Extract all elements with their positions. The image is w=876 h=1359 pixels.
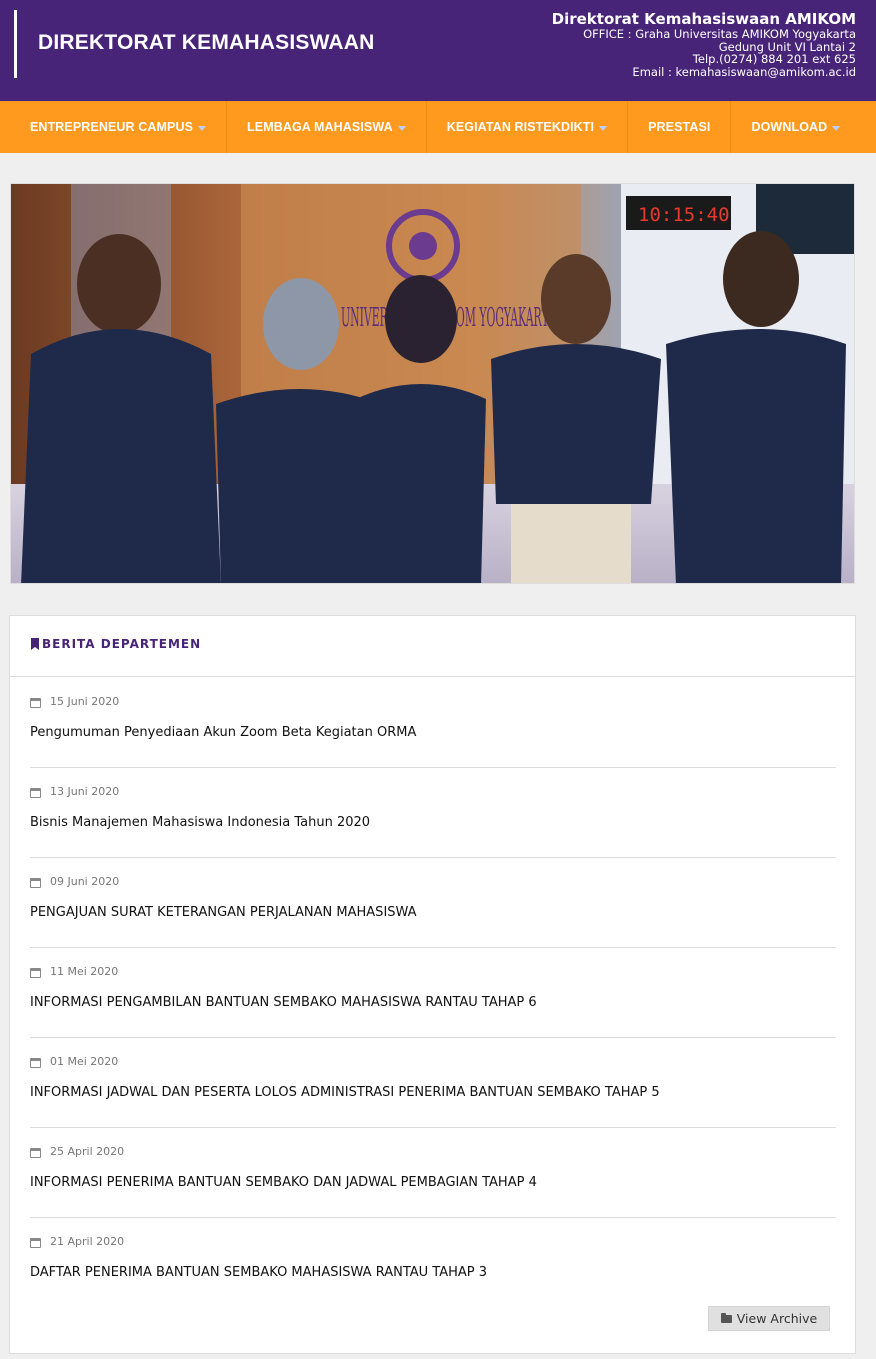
news-title-link[interactable]: INFORMASI PENERIMA BANTUAN SEMBAKO DAN J… [30,1175,537,1190]
news-date: 15 Juni 2020 [50,695,120,708]
news-item: 01 Mei 2020 INFORMASI JADWAL DAN PESERTA… [30,1038,836,1128]
news-title-link[interactable]: Pengumuman Penyediaan Akun Zoom Beta Keg… [30,725,416,740]
news-section-title: BERITA DEPARTEMEN [42,637,202,651]
news-date: 09 Juni 2020 [50,875,120,888]
news-title-link[interactable]: Bisnis Manajemen Mahasiswa Indonesia Tah… [30,815,370,830]
contact-info: Direktorat Kemahasiswaan AMIKOM OFFICE :… [552,10,856,78]
view-archive-button[interactable]: View Archive [708,1306,830,1331]
banner-image: UNIVERSITAS AMIKOM YOGYAKARTA 10:15:40 [10,183,855,584]
bookmark-icon [31,638,39,650]
news-date: 01 Mei 2020 [50,1055,119,1068]
nav-item-lembaga-mahasiswa[interactable]: LEMBAGA MAHASISWA [227,101,427,153]
banner-clock: 10:15:40 [638,204,730,226]
news-title-link[interactable]: INFORMASI PENGAMBILAN BANTUAN SEMBAKO MA… [30,995,537,1010]
nav-item-kegiatan-ristekdikti[interactable]: KEGIATAN RISTEKDIKTI [427,101,629,153]
news-item: 09 Juni 2020 PENGAJUAN SURAT KETERANGAN … [30,858,836,948]
org-name: Direktorat Kemahasiswaan AMIKOM [551,10,856,28]
calendar-icon [30,788,41,798]
news-item: 11 Mei 2020 INFORMASI PENGAMBILAN BANTUA… [30,948,836,1038]
calendar-icon [30,878,41,888]
chevron-down-icon [397,125,406,131]
nav-label: DOWNLOAD [751,120,828,134]
nav-label: LEMBAGA MAHASISWA [247,120,393,134]
news-date: 21 April 2020 [50,1235,125,1248]
chevron-down-icon [832,125,841,131]
calendar-icon [30,698,41,708]
news-header: BERITA DEPARTEMEN [10,616,855,677]
nav-label: PRESTASI [648,120,711,134]
news-title-link[interactable]: PENGAJUAN SURAT KETERANGAN PERJALANAN MA… [30,905,417,920]
email-address: Email : kemahasiswaan@amikom.ac.id [632,64,856,79]
nav-label: KEGIATAN RISTEKDIKTI [446,120,595,134]
news-item: 25 April 2020 INFORMASI PENERIMA BANTUAN… [30,1128,836,1218]
office-address: OFFICE : Graha Universitas AMIKOM Yogyak… [583,27,856,41]
nav-item-entrepreneur-campus[interactable]: ENTREPRENEUR CAMPUS [10,101,228,153]
view-archive-label: View Archive [736,1311,818,1326]
folder-open-icon [720,1312,732,1323]
news-date: 13 Juni 2020 [50,785,120,798]
chevron-down-icon [198,125,207,131]
news-date: 25 April 2020 [50,1145,125,1158]
calendar-icon [30,1058,41,1068]
news-item: 15 Juni 2020 Pengumuman Penyediaan Akun … [30,678,836,768]
nav-item-prestasi[interactable]: PRESTASI [628,101,732,153]
site-header: DIREKTORAT KEMAHASISWAAN Direktorat Kema… [0,0,876,101]
news-item: 13 Juni 2020 Bisnis Manajemen Mahasiswa … [30,768,836,858]
calendar-icon [30,968,41,978]
news-date: 11 Mei 2020 [50,965,119,978]
news-item: 21 April 2020 DAFTAR PENERIMA BANTUAN SE… [30,1218,836,1308]
phone-number: Telp.(0274) 884 201 ext 625 [692,52,856,66]
chevron-down-icon [599,125,608,131]
news-title-link[interactable]: INFORMASI JADWAL DAN PESERTA LOLOS ADMIN… [30,1085,660,1100]
nav-label: ENTREPRENEUR CAMPUS [30,120,194,134]
news-panel: BERITA DEPARTEMEN 15 Juni 2020 Pengumuma… [9,615,856,1354]
news-list: 15 Juni 2020 Pengumuman Penyediaan Akun … [30,678,836,1308]
banner-photo: UNIVERSITAS AMIKOM YOGYAKARTA 10:15:40 [11,184,854,583]
calendar-icon [30,1148,41,1158]
main-navigation: ENTREPRENEUR CAMPUS LEMBAGA MAHASISWA KE… [0,101,876,153]
header-divider [14,10,17,78]
news-title-link[interactable]: DAFTAR PENERIMA BANTUAN SEMBAKO MAHASISW… [30,1265,487,1280]
nav-item-download[interactable]: DOWNLOAD [731,101,860,153]
site-title[interactable]: DIREKTORAT KEMAHASISWAAN [38,31,375,55]
calendar-icon [30,1238,41,1248]
